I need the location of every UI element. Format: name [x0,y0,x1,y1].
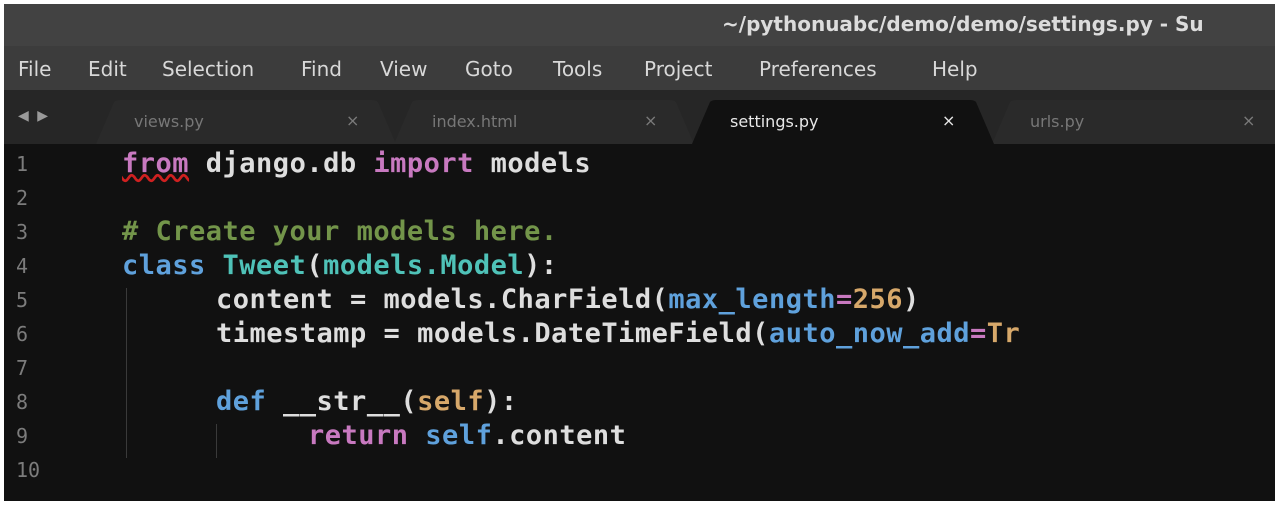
keyword-class: class [122,250,206,281]
tab-bar: ◀ ▶ views.py × index.html × urls.py × se… [4,90,1275,144]
tab-settings-py[interactable]: settings.py × [692,100,994,144]
base-class: models.Model [323,250,525,281]
line-number: 8 [16,390,29,414]
close-icon[interactable]: × [346,111,359,130]
menu-help[interactable]: Help [932,57,978,81]
line-number: 3 [16,220,29,244]
keyword-return: return [308,420,409,451]
code-token: ) [903,284,920,315]
tab-views-py[interactable]: views.py × [96,100,396,144]
code-token: ): [524,250,558,281]
line-number: 10 [16,458,41,482]
indent-guide [126,288,127,458]
code-token: .content [492,420,627,451]
keyword-def: def [216,386,267,417]
class-name: Tweet [205,250,307,281]
tab-urls-py[interactable]: urls.py × [992,100,1275,144]
line-number: 5 [16,288,29,312]
keyword-import: import [373,148,474,179]
title-bar: ~/pythonuabc/demo/demo/settings.py - Su [4,4,1275,46]
line-number: 4 [16,254,29,278]
code-token: = [970,318,987,349]
line-number: 7 [16,356,29,380]
tab-index-html[interactable]: index.html × [394,100,694,144]
code-token: django.db [189,148,374,179]
window-title: ~/pythonuabc/demo/demo/settings.py - Su [722,12,1204,36]
menu-project[interactable]: Project [644,57,712,81]
code-token: content = models.CharField( [216,284,669,315]
close-icon[interactable]: × [1242,111,1255,130]
indent-guide [216,424,217,458]
tab-label: index.html [432,112,518,131]
close-icon[interactable]: × [644,111,657,130]
menu-view[interactable]: View [380,57,427,81]
kwarg-name: max_length [668,284,836,315]
editor-window: ~/pythonuabc/demo/demo/settings.py - Su … [4,4,1275,501]
tab-label: urls.py [1030,112,1085,131]
code-token: ( [306,250,324,281]
code-line-5: content = models.CharField(max_length=25… [216,284,920,315]
tab-label: settings.py [730,112,819,131]
code-line-9: return self.content [308,420,626,451]
code-line-4: class Tweet(models.Model): [122,250,558,281]
menu-bar: File Edit Selection Find View Goto Tools… [4,46,1275,90]
code-token: timestamp = models.DateTimeField( [216,318,769,349]
code-token: models [473,148,592,179]
menu-selection[interactable]: Selection [162,57,254,81]
code-token: = [835,284,853,315]
line-number: 6 [16,322,29,346]
close-icon[interactable]: × [942,111,955,130]
menu-edit[interactable]: Edit [88,57,127,81]
code-line-6: timestamp = models.DateTimeField(auto_no… [216,318,1020,349]
menu-preferences[interactable]: Preferences [759,57,877,81]
function-name: __str__( [266,386,418,417]
menu-tools[interactable]: Tools [553,57,602,81]
self-param: self [417,386,485,417]
code-token: ): [484,386,518,417]
line-number: 9 [16,424,29,448]
menu-file[interactable]: File [18,57,51,81]
tab-label: views.py [134,112,204,131]
code-line-3: # Create your models here. [122,216,558,247]
menu-find[interactable]: Find [301,57,342,81]
line-number: 2 [16,186,29,210]
keyword-from: from [122,148,190,179]
code-editor[interactable]: 1 2 3 4 5 6 7 8 9 10 from django.db impo… [4,144,1275,501]
code-line-1: from django.db import models [122,148,591,179]
kwarg-name: auto_now_add [768,318,971,349]
constant-literal: Tr [986,318,1021,349]
number-literal: 256 [852,284,904,315]
code-line-8: def __str__(self): [216,386,518,417]
line-number: 1 [16,152,29,176]
tab-nav-arrows-icon[interactable]: ◀ ▶ [18,108,50,124]
self-ref: self [408,420,493,451]
menu-goto[interactable]: Goto [465,57,513,81]
